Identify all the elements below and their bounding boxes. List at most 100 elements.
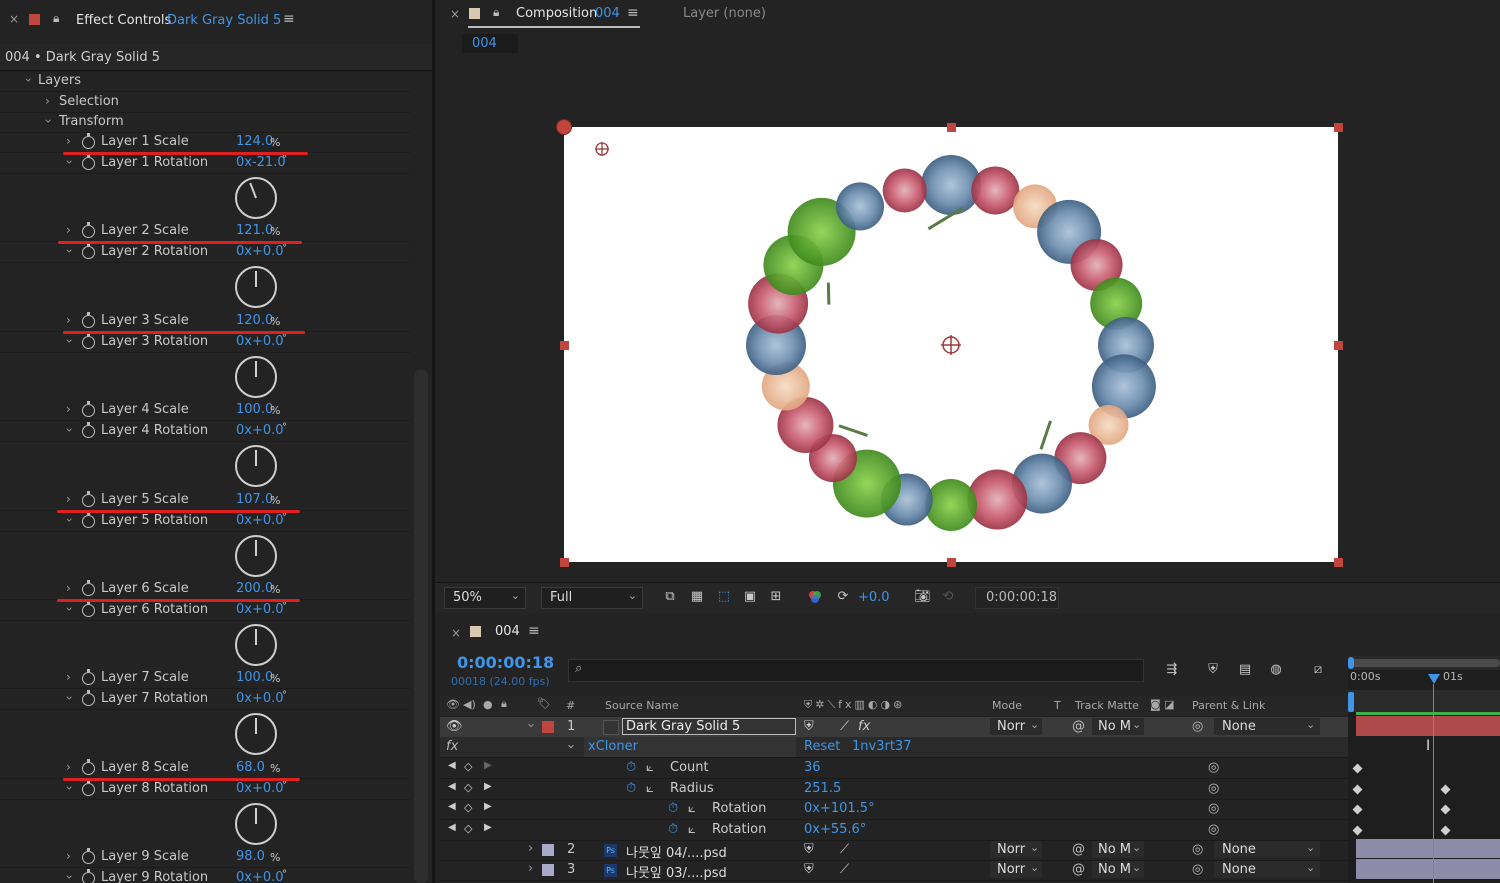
mode-dropdown[interactable]: Norr ⌄ bbox=[990, 861, 1042, 878]
timeline-property-row[interactable]: ◀ ◇ ▶ ⏱︎ ⟀ Rotation 0x+101.5° ◎ bbox=[440, 799, 1348, 820]
chevron-down-icon[interactable]: › bbox=[563, 744, 578, 749]
layer-tab[interactable]: Layer (none) bbox=[683, 6, 766, 21]
expression-pickwhip-icon[interactable]: ◎ bbox=[1208, 760, 1219, 775]
param-scale-row[interactable]: › Layer 6 Scale 200.0% bbox=[0, 579, 410, 600]
add-keyframe-icon[interactable]: ◇ bbox=[464, 822, 472, 835]
param-rotation-row[interactable]: › Layer 2 Rotation 0x+0.0 ° bbox=[0, 242, 410, 264]
effect-reset-link[interactable]: Reset bbox=[804, 739, 840, 754]
param-value[interactable]: 0x+0.0 bbox=[236, 781, 284, 796]
lock-icon[interactable]: 🔒︎ bbox=[501, 697, 507, 711]
panel-menu-icon[interactable]: ≡ bbox=[283, 11, 295, 27]
keyframe-icon[interactable] bbox=[1440, 784, 1451, 795]
param-value[interactable]: 120.0 bbox=[236, 313, 273, 328]
graph-icon[interactable]: ⟀ bbox=[688, 822, 696, 837]
chevron-down-icon[interactable]: › bbox=[62, 607, 76, 612]
next-keyframe-icon[interactable]: ▶ bbox=[484, 760, 492, 771]
chevron-right-icon[interactable]: › bbox=[45, 94, 50, 108]
comp-mini-flowchart-icon[interactable]: ⇶ bbox=[1164, 662, 1180, 678]
transform-handle[interactable] bbox=[560, 341, 569, 350]
param-value[interactable]: 0x+0.0 bbox=[236, 691, 284, 706]
param-value[interactable]: 0x+0.0 bbox=[236, 870, 284, 883]
graph-editor-icon[interactable]: ⧄ bbox=[1310, 662, 1326, 678]
close-icon[interactable]: × bbox=[450, 7, 460, 21]
param-value[interactable]: 0x+0.0 bbox=[236, 513, 284, 528]
effect-about-link[interactable]: 1nv3rt37 bbox=[852, 739, 911, 754]
layer-search-input[interactable]: ⌕ bbox=[568, 659, 1144, 682]
timeline-property-row[interactable]: ◀ ◇ ▶ ⏱︎ ⟀ Rotation 0x+55.6° ◎ bbox=[440, 820, 1348, 841]
matte-link-icon[interactable]: @ bbox=[1072, 842, 1085, 857]
stopwatch-icon[interactable] bbox=[82, 601, 95, 617]
rotation-dial[interactable] bbox=[235, 713, 277, 756]
transform-handle-round[interactable] bbox=[556, 119, 572, 135]
param-rotation-row[interactable]: › Layer 1 Rotation 0x-21.0 ° bbox=[0, 153, 410, 174]
param-value[interactable]: 100.0 bbox=[236, 402, 273, 417]
shy-switch-icon[interactable]: ⛨ bbox=[804, 719, 814, 734]
param-scale-row[interactable]: › Layer 8 Scale 68.0% bbox=[0, 758, 410, 779]
chevron-right-icon[interactable]: › bbox=[66, 760, 71, 774]
close-icon[interactable]: × bbox=[451, 626, 461, 640]
comp-tab-name[interactable]: 004 bbox=[595, 6, 620, 21]
property-value[interactable]: 0x+55.6° bbox=[804, 822, 866, 837]
stopwatch-icon[interactable]: ⏱︎ bbox=[626, 781, 636, 796]
work-area-start[interactable] bbox=[1348, 657, 1354, 669]
panel-layer-name[interactable]: Dark Gray Solid 5 bbox=[167, 13, 281, 28]
timeline-layer-row[interactable]: › 3 Ps 나뭇잎 03/....psd ⛨ ⟋ Norr ⌄ @ No M ⌄ ◎ None ⌄ bbox=[440, 860, 1348, 881]
stopwatch-icon[interactable] bbox=[82, 332, 95, 349]
scrollbar[interactable] bbox=[414, 370, 428, 883]
chevron-right-icon[interactable]: › bbox=[66, 670, 71, 684]
chevron-down-icon[interactable]: › bbox=[62, 785, 76, 790]
stopwatch-icon[interactable] bbox=[82, 690, 95, 707]
stopwatch-icon[interactable] bbox=[82, 669, 95, 686]
timeline-effect-row[interactable]: fx › xCloner Reset 1nv3rt37 bbox=[440, 737, 1348, 758]
keyframe-icon[interactable] bbox=[1440, 825, 1451, 836]
stopwatch-icon[interactable] bbox=[82, 758, 95, 775]
layer-bar-3[interactable] bbox=[1356, 859, 1500, 879]
label-color-swatch[interactable] bbox=[542, 864, 554, 876]
stopwatch-icon[interactable] bbox=[82, 779, 95, 796]
mode-dropdown[interactable]: Norr ⌄ bbox=[990, 718, 1042, 735]
track-matte-dropdown[interactable]: No M ⌄ bbox=[1092, 861, 1144, 878]
param-value[interactable]: 200.0 bbox=[236, 581, 273, 596]
group-layers[interactable]: › Layers bbox=[0, 71, 410, 92]
work-area-range[interactable] bbox=[1350, 659, 1500, 667]
keyframe-icon[interactable] bbox=[1352, 825, 1363, 836]
layer-name[interactable]: 나뭇잎 04/....psd bbox=[626, 842, 727, 861]
fast-preview-icon[interactable]: ⧉ bbox=[662, 589, 678, 605]
param-scale-row[interactable]: › Layer 7 Scale 100.0% bbox=[0, 668, 410, 690]
column-mode[interactable]: Mode bbox=[992, 699, 1022, 712]
mode-dropdown[interactable]: Norr ⌄ bbox=[990, 841, 1042, 858]
param-rotation-row[interactable]: › Layer 9 Rotation 0x+0.0 ° bbox=[0, 868, 410, 883]
parent-dropdown[interactable]: None ⌄ bbox=[1214, 841, 1320, 858]
current-time-display[interactable]: 0:00:00:18 bbox=[457, 653, 554, 672]
rotation-dial[interactable] bbox=[235, 445, 277, 488]
playhead-head[interactable] bbox=[1428, 674, 1440, 684]
close-icon[interactable]: × bbox=[9, 12, 19, 26]
param-rotation-row[interactable]: › Layer 4 Rotation 0x+0.0 ° bbox=[0, 421, 410, 443]
timeline-tab-label[interactable]: 004 bbox=[495, 624, 520, 639]
prev-keyframe-icon[interactable]: ◀ bbox=[448, 781, 456, 792]
matte-link-icon[interactable]: @ bbox=[1072, 719, 1085, 734]
track-left-handle[interactable] bbox=[1348, 692, 1354, 712]
timeline-layer-row[interactable]: › 2 Ps 나뭇잎 04/....psd ⛨ ⟋ Norr ⌄ @ No M ⌄ ◎ None ⌄ bbox=[440, 840, 1348, 861]
chevron-right-icon[interactable]: › bbox=[66, 402, 71, 416]
add-keyframe-icon[interactable]: ◇ bbox=[464, 760, 472, 773]
exposure-value[interactable]: +0.0 bbox=[858, 590, 890, 605]
reset-exposure-icon[interactable]: ⟳ bbox=[835, 589, 851, 605]
param-rotation-row[interactable]: › Layer 6 Rotation 0x+0.0 ° bbox=[0, 600, 410, 621]
expression-pickwhip-icon[interactable]: ◎ bbox=[1208, 781, 1219, 796]
param-value[interactable]: 124.0 bbox=[236, 134, 273, 149]
stopwatch-icon[interactable] bbox=[82, 490, 95, 507]
ruler[interactable] bbox=[1348, 690, 1500, 712]
audio-icon[interactable]: ◀) bbox=[463, 698, 476, 711]
layer-name[interactable]: 나뭇잎 03/....psd bbox=[626, 862, 727, 881]
track-matte-dropdown[interactable]: No M ⌄ bbox=[1092, 718, 1144, 735]
frame-blending-icon[interactable]: ▤ bbox=[1237, 662, 1253, 678]
fx-switch-icon[interactable]: fx bbox=[858, 719, 870, 734]
lock-icon[interactable]: 🔒︎ bbox=[53, 11, 59, 26]
shy-switch-icon[interactable]: ⛨ bbox=[804, 862, 814, 877]
quality-switch-icon[interactable]: ⟋ bbox=[840, 842, 849, 857]
chevron-down-icon[interactable]: › bbox=[62, 428, 76, 433]
prev-keyframe-icon[interactable]: ◀ bbox=[448, 822, 456, 833]
param-value[interactable]: 0x-21.0 bbox=[236, 155, 286, 170]
show-snapshot-icon[interactable]: ⟲ bbox=[940, 589, 956, 605]
